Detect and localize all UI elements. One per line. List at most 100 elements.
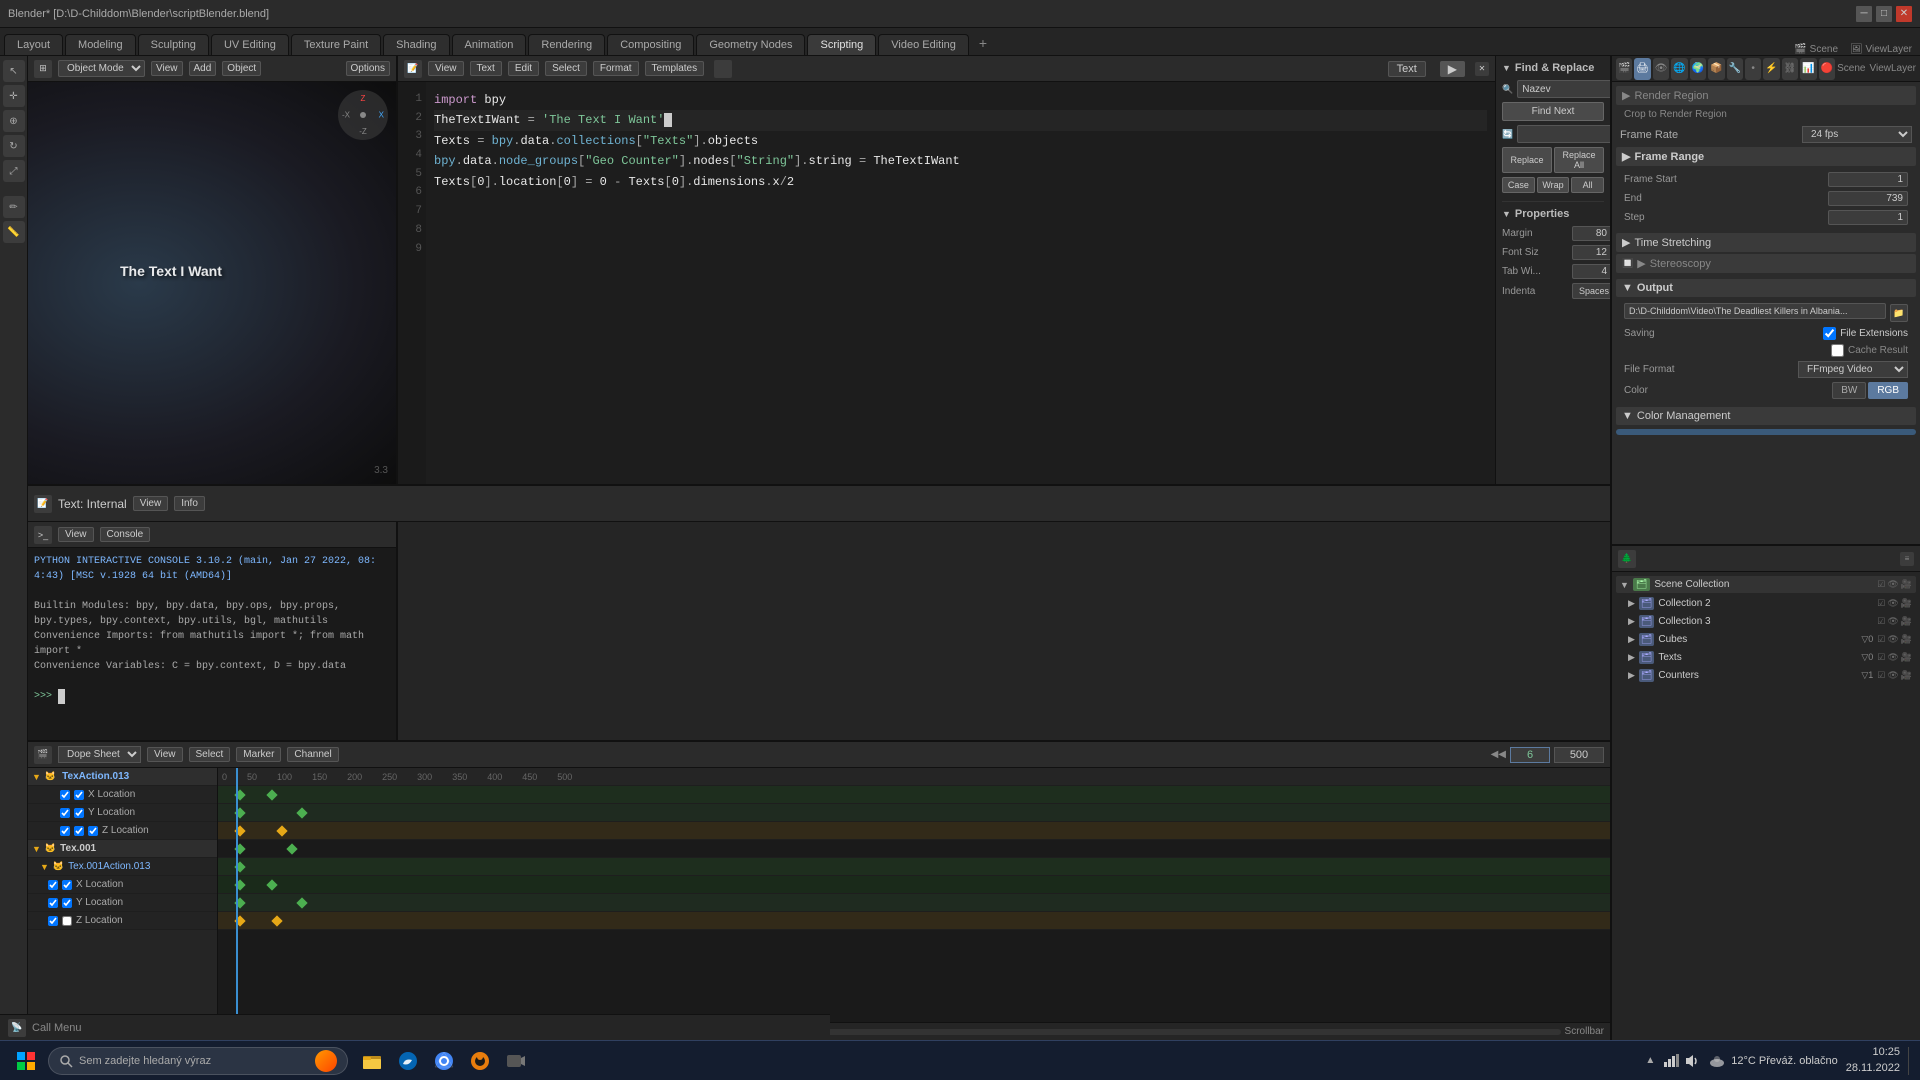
channel-z-loc-2[interactable]: Z Location: [28, 912, 217, 930]
tab-geometry-nodes[interactable]: Geometry Nodes: [696, 34, 805, 55]
templates-menu[interactable]: Templates: [645, 61, 705, 76]
taskbar-search[interactable]: Sem zadejte hledaný výraz: [48, 1047, 348, 1075]
coll2-check[interactable]: ☑: [1877, 598, 1885, 609]
tab-modeling[interactable]: Modeling: [65, 34, 136, 55]
case-button[interactable]: Case: [1502, 177, 1535, 193]
channel-y-loc-2-vis[interactable]: [62, 898, 72, 908]
console-menu[interactable]: Console: [100, 527, 151, 542]
dope-type-select[interactable]: Dope Sheet: [58, 746, 141, 763]
channel-y-loc-1[interactable]: Y Location: [28, 804, 217, 822]
viewport-menu-icon[interactable]: ⊞: [34, 60, 52, 78]
taskbar-file-explorer[interactable]: [356, 1045, 388, 1077]
cortana-button[interactable]: [315, 1050, 337, 1072]
start-button[interactable]: [8, 1045, 44, 1077]
tab-animation[interactable]: Animation: [452, 34, 527, 55]
channel-z-loc-1-checkbox[interactable]: [60, 826, 70, 836]
channel-y-loc-2-checkbox[interactable]: [48, 898, 58, 908]
editor-icon[interactable]: 📝: [404, 60, 422, 78]
props-particles-tab[interactable]: •: [1745, 58, 1761, 80]
dope-view-menu[interactable]: View: [147, 747, 183, 762]
dope-select-menu[interactable]: Select: [189, 747, 231, 762]
text-view-menu[interactable]: View: [133, 496, 169, 511]
replace-button[interactable]: Replace: [1502, 147, 1552, 173]
channel-z-loc-2-checkbox[interactable]: [48, 916, 58, 926]
props-modifier-tab[interactable]: 🔧: [1727, 58, 1743, 80]
counters-render[interactable]: 🎥: [1901, 670, 1912, 681]
dope-channel-menu[interactable]: Channel: [287, 747, 338, 762]
props-render-tab[interactable]: 🎬: [1616, 58, 1632, 80]
show-desktop-button[interactable]: [1908, 1047, 1912, 1075]
channel-y-loc-1-checkbox[interactable]: [60, 808, 70, 818]
tab-shading[interactable]: Shading: [383, 34, 449, 55]
tool-rotate[interactable]: ↻: [3, 135, 25, 157]
outliner-cubes[interactable]: ▶ 🗂 Cubes ▽0 ☑ 👁 🎥: [1616, 631, 1916, 648]
frame-rate-select[interactable]: 24 fps 30 fps 60 fps: [1802, 126, 1912, 143]
add-workspace-button[interactable]: +: [971, 31, 995, 55]
current-frame-input[interactable]: [1510, 747, 1550, 763]
tab-sculpting[interactable]: Sculpting: [138, 34, 209, 55]
outliner-counters[interactable]: ▶ 🗂 Counters ▽1 ☑ 👁 🎥: [1616, 667, 1916, 684]
coll3-render[interactable]: 🎥: [1901, 616, 1912, 627]
system-tray-expand[interactable]: ▲: [1645, 1055, 1655, 1066]
replace-input[interactable]: [1517, 125, 1610, 143]
props-output-tab[interactable]: 🖨: [1634, 58, 1650, 80]
scene-coll-vis[interactable]: ☑: [1877, 579, 1885, 590]
bw-button[interactable]: BW: [1832, 382, 1866, 399]
frame-step-input[interactable]: [1828, 210, 1908, 225]
maximize-button[interactable]: □: [1876, 6, 1892, 22]
run-script-button[interactable]: ▶: [1440, 61, 1465, 77]
dope-marker-menu[interactable]: Marker: [236, 747, 281, 762]
format-menu[interactable]: Format: [593, 61, 639, 76]
select-menu[interactable]: Select: [545, 61, 587, 76]
taskbar-edge[interactable]: [392, 1045, 424, 1077]
view-layer-selector[interactable]: 🖼 ViewLayer: [1850, 44, 1912, 55]
channel-texaction[interactable]: ▼ 🐱 TexAction.013: [28, 768, 217, 786]
code-editor[interactable]: import bpy TheTextIWant = 'The Text I Wa…: [426, 82, 1495, 484]
props-data-tab[interactable]: 📊: [1800, 58, 1816, 80]
time-stretch-header[interactable]: ▶ Time Stretching: [1616, 233, 1916, 252]
output-path-input[interactable]: [1624, 303, 1886, 319]
counters-eye[interactable]: 👁: [1887, 670, 1898, 681]
channel-x-loc-1-checkbox[interactable]: [60, 790, 70, 800]
props-object-tab[interactable]: 📦: [1708, 58, 1724, 80]
props-mat-tab[interactable]: 🔴: [1819, 58, 1835, 80]
close-file-button[interactable]: ✕: [1475, 62, 1489, 76]
channel-y-loc-1-vis[interactable]: [74, 808, 84, 818]
object-mode-select[interactable]: Object Mode: [58, 60, 145, 77]
coll3-check[interactable]: ☑: [1877, 616, 1885, 627]
console-icon[interactable]: >_: [34, 526, 52, 544]
tool-measure[interactable]: 📏: [3, 221, 25, 243]
channel-x-loc-2[interactable]: X Location: [28, 876, 217, 894]
frame-start-input[interactable]: [1828, 172, 1908, 187]
props-scene-tab[interactable]: 🌐: [1671, 58, 1687, 80]
rgb-button[interactable]: RGB: [1868, 382, 1908, 399]
console-view-menu[interactable]: View: [58, 527, 94, 542]
playhead[interactable]: [236, 768, 238, 1022]
coll2-eye[interactable]: 👁: [1887, 598, 1898, 609]
font-size-input[interactable]: [1572, 245, 1610, 260]
scene-collection-header[interactable]: ▼ 🗂 Scene Collection ☑ 👁 🎥: [1616, 576, 1916, 593]
scene-coll-cam[interactable]: 🎥: [1901, 579, 1912, 590]
cubes-check[interactable]: ☑: [1877, 634, 1885, 645]
script-file-icon[interactable]: [714, 60, 732, 78]
props-collapse-icon[interactable]: ▼: [1502, 209, 1511, 219]
collapse-icon[interactable]: ▼: [1502, 63, 1511, 73]
text-bar-icon[interactable]: 📝: [34, 495, 52, 513]
edit-menu[interactable]: Edit: [508, 61, 539, 76]
text-info-menu[interactable]: Info: [174, 496, 205, 511]
tool-move[interactable]: ⊕: [3, 110, 25, 132]
tab-texture-paint[interactable]: Texture Paint: [291, 34, 381, 55]
texts-render[interactable]: 🎥: [1901, 652, 1912, 663]
frame-end-input[interactable]: [1828, 191, 1908, 206]
channel-y-loc-2[interactable]: Y Location: [28, 894, 217, 912]
channel-x-loc-2-checkbox[interactable]: [48, 880, 58, 890]
outliner-icon-main[interactable]: 🌲: [1618, 550, 1636, 568]
indent-select[interactable]: Spaces Tabs: [1572, 283, 1610, 299]
output-folder-button[interactable]: 📁: [1890, 304, 1908, 322]
tool-select[interactable]: ↖: [3, 60, 25, 82]
dope-icon[interactable]: 🎬: [34, 746, 52, 764]
coll3-eye[interactable]: 👁: [1887, 616, 1898, 627]
tab-scripting[interactable]: Scripting: [807, 34, 876, 55]
all-button[interactable]: All: [1571, 177, 1604, 193]
dope-timeline[interactable]: 050100150200250300350400450500: [218, 768, 1610, 1022]
